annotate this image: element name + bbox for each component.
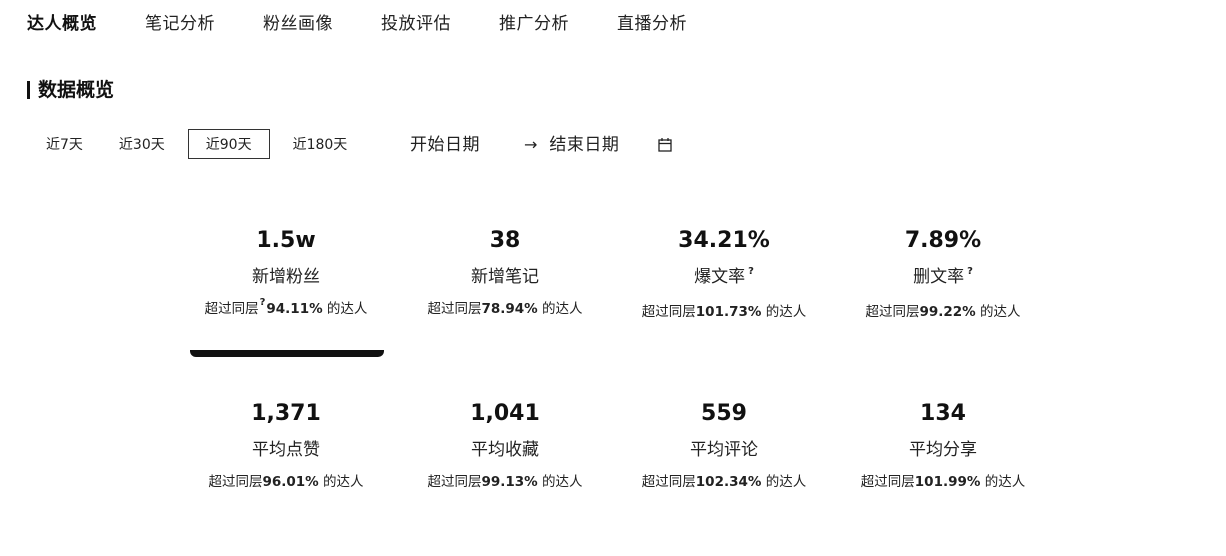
range-7d-button[interactable]: 近7天 — [33, 129, 96, 159]
date-range-picker[interactable]: 开始日期 → 结束日期 — [410, 131, 673, 159]
section-title-text: 数据概览 — [38, 79, 115, 101]
comparison-prefix: 超过同层 — [641, 474, 696, 490]
stat-comparison: 超过同层96.01% 的达人 — [186, 472, 386, 492]
tab-overview[interactable]: 达人概览 — [27, 10, 97, 38]
stat-comparison: 超过同层99.22% 的达人 — [843, 302, 1043, 322]
comparison-suffix: 的达人 — [761, 474, 807, 490]
stat-value: 38 — [489, 228, 521, 253]
stat-value: 34.21% — [678, 228, 770, 253]
stat-value: 1.5w — [256, 228, 316, 253]
stat-label: 爆文率? — [694, 264, 754, 293]
comparison-prefix: 超过同层 — [427, 474, 482, 490]
stat-label-text: 新增粉丝 — [252, 267, 320, 287]
stat-comparison: 超过同层?94.11% 的达人 — [186, 297, 386, 321]
tab-notes-analysis[interactable]: 笔记分析 — [145, 10, 215, 38]
stat-card-delete-rate[interactable]: 7.89% 删文率? 超过同层99.22% 的达人 — [843, 226, 1043, 322]
section-title-marker — [27, 81, 30, 99]
tab-live-analysis[interactable]: 直播分析 — [617, 10, 687, 38]
stat-value: 1,371 — [251, 401, 321, 426]
comparison-percent: 78.94% — [481, 301, 538, 317]
stat-label: 平均评论 — [690, 437, 758, 463]
range-30d-button[interactable]: 近30天 — [106, 129, 178, 159]
comparison-prefix: 超过同层 — [860, 474, 915, 490]
stat-value: 134 — [920, 401, 966, 426]
stat-comparison: 超过同层99.13% 的达人 — [405, 472, 605, 492]
range-180d-button[interactable]: 近180天 — [280, 129, 361, 159]
help-icon[interactable]: ? — [260, 297, 266, 308]
comparison-suffix: 的达人 — [975, 304, 1021, 320]
stat-label-text: 删文率 — [913, 267, 965, 287]
comparison-prefix: 超过同层 — [208, 474, 263, 490]
stat-label: 新增粉丝 — [252, 264, 320, 290]
stat-card-new-notes[interactable]: 38 新增笔记超过同层78.94% 的达人 — [405, 226, 605, 319]
comparison-prefix: 超过同层 — [641, 304, 696, 320]
stat-card-new-fans[interactable]: 1.5w 新增粉丝超过同层?94.11% 的达人 — [186, 226, 386, 321]
help-icon[interactable]: ? — [748, 266, 754, 277]
comparison-suffix: 的达人 — [761, 304, 807, 320]
stat-label-text: 平均点赞 — [252, 440, 320, 460]
active-card-indicator — [190, 350, 384, 357]
stat-label-text: 平均收藏 — [471, 440, 539, 460]
start-date-input[interactable]: 开始日期 — [410, 131, 480, 159]
comparison-suffix: 的达人 — [322, 301, 368, 317]
stat-label: 平均点赞 — [252, 437, 320, 463]
comparison-percent: 94.11% — [266, 301, 323, 317]
stat-label: 平均收藏 — [471, 437, 539, 463]
end-date-input[interactable]: 结束日期 — [549, 131, 619, 159]
comparison-percent: 101.73% — [695, 304, 762, 320]
stat-card-avg-shares[interactable]: 134 平均分享超过同层101.99% 的达人 — [843, 399, 1043, 492]
comparison-suffix: 的达人 — [537, 301, 583, 317]
comparison-percent: 102.34% — [695, 474, 762, 490]
calendar-icon[interactable] — [657, 137, 673, 153]
stat-label: 平均分享 — [909, 437, 977, 463]
stat-value: 559 — [701, 401, 747, 426]
comparison-percent: 99.22% — [919, 304, 976, 320]
tab-promotion-analysis[interactable]: 推广分析 — [499, 10, 569, 38]
stat-label: 删文率? — [913, 264, 973, 293]
tab-fans-profile[interactable]: 粉丝画像 — [263, 10, 333, 38]
top-tab-bar: 达人概览 笔记分析 粉丝画像 投放评估 推广分析 直播分析 — [27, 10, 735, 38]
arrow-right-icon: → — [524, 135, 538, 154]
stat-value: 1,041 — [470, 401, 540, 426]
comparison-suffix: 的达人 — [537, 474, 583, 490]
comparison-prefix: 超过同层 — [204, 301, 259, 317]
stat-card-avg-collects[interactable]: 1,041 平均收藏超过同层99.13% 的达人 — [405, 399, 605, 492]
stat-card-viral-rate[interactable]: 34.21% 爆文率? 超过同层101.73% 的达人 — [624, 226, 824, 322]
date-range-group: 近7天 近30天 近90天 近180天 — [33, 129, 370, 159]
stat-comparison: 超过同层102.34% 的达人 — [624, 472, 824, 492]
stat-label: 新增笔记 — [471, 264, 539, 290]
section-title: 数据概览 — [27, 76, 114, 104]
stat-card-avg-comments[interactable]: 559 平均评论超过同层102.34% 的达人 — [624, 399, 824, 492]
stat-comparison: 超过同层78.94% 的达人 — [405, 299, 605, 319]
comparison-suffix: 的达人 — [980, 474, 1026, 490]
stat-comparison: 超过同层101.73% 的达人 — [624, 302, 824, 322]
stat-label-text: 平均分享 — [909, 440, 977, 460]
stat-value: 7.89% — [904, 228, 982, 253]
help-icon[interactable]: ? — [967, 266, 973, 277]
comparison-prefix: 超过同层 — [865, 304, 920, 320]
comparison-percent: 101.99% — [914, 474, 981, 490]
comparison-percent: 96.01% — [262, 474, 319, 490]
tab-ad-evaluation[interactable]: 投放评估 — [381, 10, 451, 38]
stat-label-text: 平均评论 — [690, 440, 758, 460]
stat-comparison: 超过同层101.99% 的达人 — [843, 472, 1043, 492]
stat-label-text: 新增笔记 — [471, 267, 539, 287]
stat-label-text: 爆文率 — [694, 267, 746, 287]
range-90d-button[interactable]: 近90天 — [187, 129, 270, 159]
comparison-percent: 99.13% — [481, 474, 538, 490]
comparison-suffix: 的达人 — [318, 474, 364, 490]
stat-card-avg-likes[interactable]: 1,371 平均点赞超过同层96.01% 的达人 — [186, 399, 386, 492]
comparison-prefix: 超过同层 — [427, 301, 482, 317]
